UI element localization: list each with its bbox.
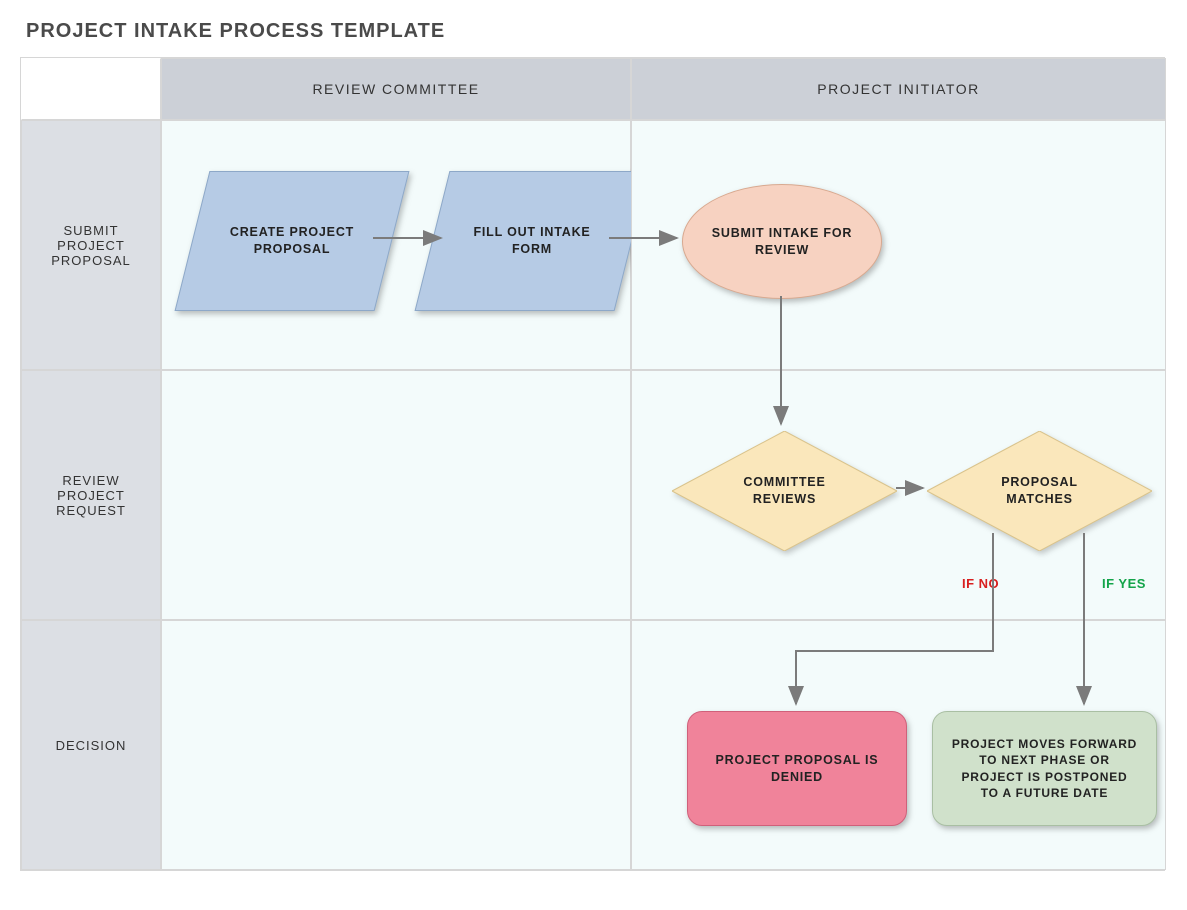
row-header-submit-proposal: SUBMIT PROJECT PROPOSAL bbox=[21, 120, 161, 370]
node-denied: PROJECT PROPOSAL IS DENIED bbox=[687, 711, 907, 826]
node-proposal-matches: PROPOSAL MATCHES bbox=[927, 431, 1152, 551]
node-proposal-matches-label: PROPOSAL MATCHES bbox=[975, 474, 1104, 508]
node-submit-review: SUBMIT INTAKE FOR REVIEW bbox=[682, 184, 882, 299]
node-submit-review-label: SUBMIT INTAKE FOR REVIEW bbox=[708, 225, 856, 259]
pane-r3-c1 bbox=[161, 620, 631, 870]
node-fill-intake-label: FILL OUT INTAKE FORM bbox=[462, 224, 602, 258]
corner-cell bbox=[21, 58, 161, 120]
node-create-proposal: CREATE PROJECT PROPOSAL bbox=[192, 171, 392, 311]
row-header-review-request: REVIEW PROJECT REQUEST bbox=[21, 370, 161, 620]
label-if-yes: IF YES bbox=[1102, 576, 1146, 591]
column-header-review-committee: REVIEW COMMITTEE bbox=[161, 58, 631, 120]
swimlane-grid: REVIEW COMMITTEE PROJECT INITIATOR SUBMI… bbox=[20, 57, 1165, 871]
node-create-proposal-label: CREATE PROJECT PROPOSAL bbox=[222, 224, 362, 258]
pane-r2-c2: COMMITTEE REVIEWS PROPOSAL MATCHES IF NO… bbox=[631, 370, 1166, 620]
pane-r1-c2: SUBMIT INTAKE FOR REVIEW bbox=[631, 120, 1166, 370]
pane-r3-c2: PROJECT PROPOSAL IS DENIED PROJECT MOVES… bbox=[631, 620, 1166, 870]
node-forward: PROJECT MOVES FORWARD TO NEXT PHASE OR P… bbox=[932, 711, 1157, 826]
node-denied-label: PROJECT PROPOSAL IS DENIED bbox=[706, 752, 888, 786]
node-committee-reviews: COMMITTEE REVIEWS bbox=[672, 431, 897, 551]
page-title: PROJECT INTAKE PROCESS TEMPLATE bbox=[26, 20, 1167, 43]
row-header-decision: DECISION bbox=[21, 620, 161, 870]
pane-r1-c1: CREATE PROJECT PROPOSAL FILL OUT INTAKE … bbox=[161, 120, 631, 370]
column-header-project-initiator: PROJECT INITIATOR bbox=[631, 58, 1166, 120]
node-fill-intake: FILL OUT INTAKE FORM bbox=[432, 171, 632, 311]
pane-r2-c1 bbox=[161, 370, 631, 620]
node-committee-reviews-label: COMMITTEE REVIEWS bbox=[720, 474, 849, 508]
label-if-no: IF NO bbox=[962, 576, 999, 591]
node-forward-label: PROJECT MOVES FORWARD TO NEXT PHASE OR P… bbox=[951, 736, 1138, 801]
